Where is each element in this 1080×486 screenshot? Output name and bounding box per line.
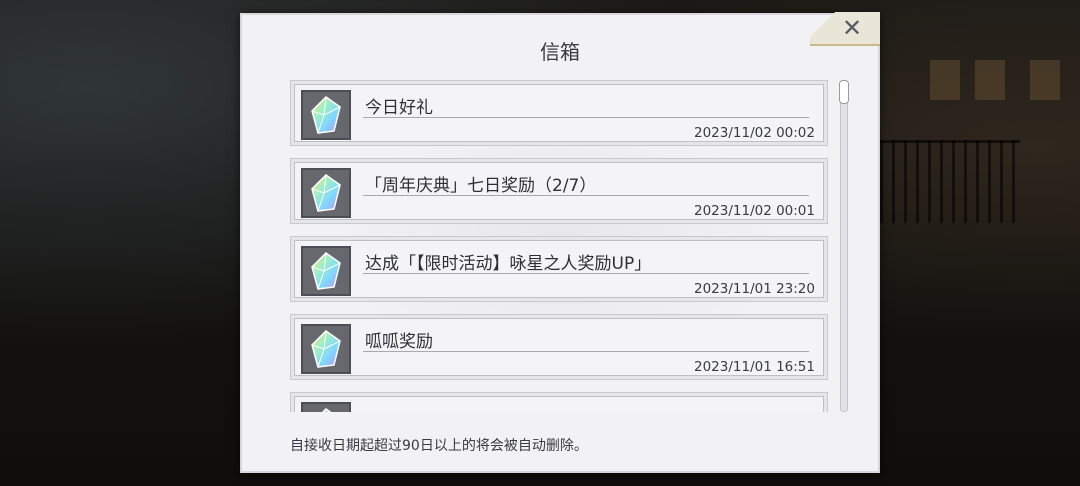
dialog-title: 信箱 bbox=[540, 40, 580, 64]
crystal-gem-icon bbox=[301, 402, 351, 412]
background-fence bbox=[880, 140, 1020, 223]
background-window bbox=[975, 60, 1005, 100]
background-window bbox=[930, 60, 960, 100]
divider bbox=[363, 273, 809, 274]
mail-date: 2023/11/02 00:02 bbox=[693, 125, 815, 141]
scrollbar[interactable] bbox=[840, 80, 848, 412]
mail-date: 2023/11/02 00:01 bbox=[693, 203, 815, 219]
mail-item[interactable]: 今日好礼 2023/11/02 00:02 bbox=[290, 80, 828, 146]
divider bbox=[363, 351, 809, 352]
mail-item[interactable]: 达成「【限时活动】咏星之人奖励UP」 2023/11/01 23:20 bbox=[290, 236, 828, 302]
crystal-gem-icon bbox=[301, 246, 351, 296]
crystal-gem-icon bbox=[301, 324, 351, 374]
divider bbox=[363, 195, 809, 196]
mail-item[interactable]: 「周年庆典」七日奖励（2/7） 2023/11/02 00:01 bbox=[290, 158, 828, 224]
crystal-gem-icon bbox=[301, 90, 351, 140]
mail-subject: 呱呱奖励 bbox=[365, 332, 433, 352]
auto-delete-note: 自接收日期起超过90日以上的将会被自动删除。 bbox=[290, 438, 588, 454]
mail-date: 2023/11/01 23:20 bbox=[693, 281, 815, 297]
mail-subject: 「周年庆典」七日奖励（2/7） bbox=[365, 176, 597, 196]
background-window bbox=[1030, 60, 1060, 100]
divider bbox=[363, 117, 809, 118]
mail-subject: 达成「【限时活动】咏星之人奖励UP」 bbox=[365, 254, 652, 274]
mail-subject: 今日好礼 bbox=[365, 98, 433, 118]
mail-list[interactable]: 今日好礼 2023/11/02 00:02 「周年庆典」七日奖励（2/7） 20… bbox=[290, 80, 830, 412]
scrollbar-thumb[interactable] bbox=[839, 80, 849, 104]
mail-date: 2023/11/01 16:51 bbox=[693, 359, 815, 375]
mail-item[interactable]: 呱呱奖励 2023/11/01 16:51 bbox=[290, 314, 828, 380]
crystal-gem-icon bbox=[301, 168, 351, 218]
mail-item[interactable] bbox=[290, 392, 828, 412]
